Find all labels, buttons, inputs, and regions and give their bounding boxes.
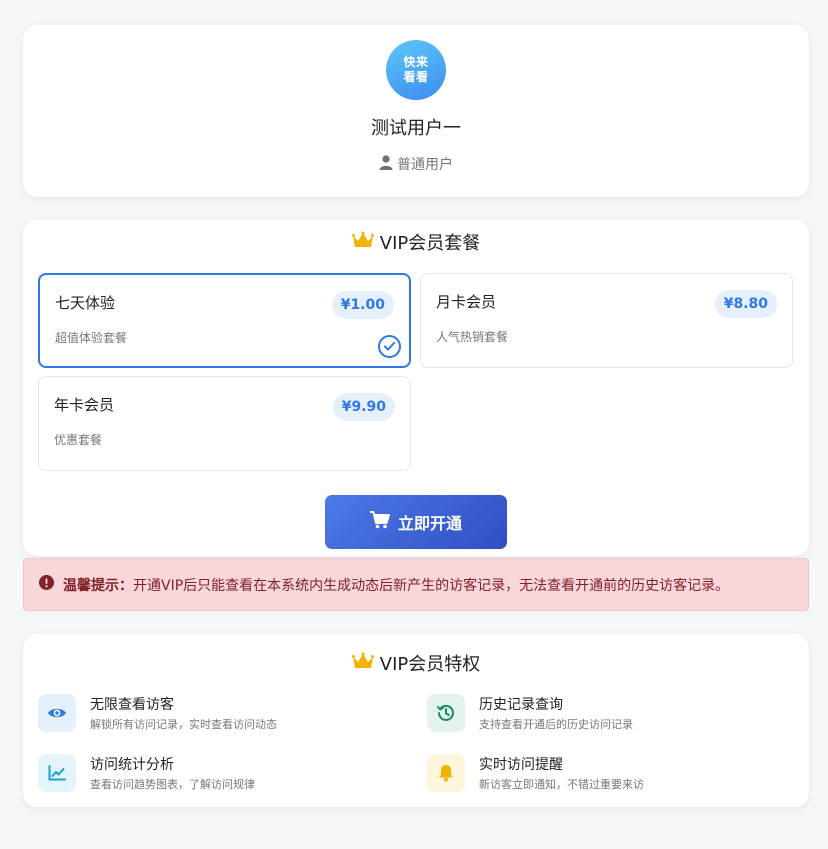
plan-name: 七天体验: [55, 294, 116, 312]
avatar[interactable]: 快来 看看: [386, 40, 446, 100]
vip-package-card: VIP会员套餐 七天体验 ¥1.00 超值体验套餐 月卡会员 ¥8.80 人气热…: [23, 220, 809, 556]
history-icon: [427, 694, 465, 732]
user-name: 测试用户一: [371, 118, 461, 139]
bell-icon: [427, 754, 465, 792]
plan-name: 年卡会员: [54, 396, 115, 414]
privilege-desc: 查看访问趋势图表，了解访问规律: [90, 778, 255, 791]
privilege-item: 无限查看访客 解锁所有访问记录，实时查看访问动态: [38, 694, 398, 734]
privilege-title: 历史记录查询: [479, 697, 563, 713]
vip-privileges-title-text: VIP会员特权: [379, 654, 481, 675]
cart-icon: [369, 511, 390, 533]
eye-icon: [38, 694, 76, 732]
chart-line-icon: [38, 754, 76, 792]
privilege-title: 访问统计分析: [90, 757, 174, 773]
vip-privileges-title: VIP会员特权: [23, 650, 809, 676]
plan-price: ¥9.90: [332, 393, 395, 421]
user-icon: [379, 154, 393, 174]
plan-monthly[interactable]: 月卡会员 ¥8.80 人气热销套餐: [420, 273, 793, 368]
plan-desc: 人气热销套餐: [436, 330, 509, 344]
vip-package-title: VIP会员套餐: [23, 229, 809, 255]
warning-text: 开通VIP后只能查看在本系统内生成动态后新产生的访客记录，无法查看开通前的历史访…: [133, 577, 730, 594]
privilege-title: 实时访问提醒: [479, 757, 563, 773]
privilege-desc: 支持查看开通后的历史访问记录: [479, 718, 633, 731]
crown-icon: [351, 652, 374, 675]
plan-price: ¥1.00: [331, 291, 394, 319]
vip-privileges-card: VIP会员特权 无限查看访客 解锁所有访问记录，实时查看访问动态 历史记录查询 …: [23, 634, 809, 807]
check-icon: [378, 335, 401, 358]
privilege-item: 实时访问提醒 新访客立即通知，不错过重要来访: [427, 754, 787, 794]
plan-desc: 超值体验套餐: [55, 331, 128, 345]
open-now-label: 立即开通: [397, 514, 462, 533]
vip-package-title-text: VIP会员套餐: [379, 233, 481, 254]
crown-icon: [351, 231, 374, 254]
privilege-item: 历史记录查询 支持查看开通后的历史访问记录: [427, 694, 787, 734]
privilege-title: 无限查看访客: [90, 697, 174, 713]
avatar-text-line1: 快来: [403, 55, 429, 69]
exclamation-circle-icon: [39, 575, 54, 594]
plan-price: ¥8.80: [714, 290, 777, 318]
user-role: 普通用户: [23, 154, 809, 174]
plan-desc: 优惠套餐: [54, 433, 103, 447]
plan-yearly[interactable]: 年卡会员 ¥9.90 优惠套餐: [38, 376, 411, 471]
privilege-desc: 新访客立即通知，不错过重要来访: [479, 778, 644, 791]
warning-alert: 温馨提示： 开通VIP后只能查看在本系统内生成动态后新产生的访客记录，无法查看开…: [23, 558, 809, 611]
avatar-text-line2: 看看: [403, 70, 429, 84]
open-now-button[interactable]: 立即开通: [325, 495, 507, 549]
profile-card: 快来 看看 测试用户一 普通用户: [23, 25, 809, 197]
privilege-desc: 解锁所有访问记录，实时查看访问动态: [90, 718, 277, 731]
user-role-label: 普通用户: [397, 157, 453, 173]
warning-label: 温馨提示：: [63, 577, 133, 594]
privilege-item: 访问统计分析 查看访问趋势图表，了解访问规律: [38, 754, 398, 794]
plan-name: 月卡会员: [436, 293, 497, 311]
plan-seven-day[interactable]: 七天体验 ¥1.00 超值体验套餐: [38, 273, 411, 368]
